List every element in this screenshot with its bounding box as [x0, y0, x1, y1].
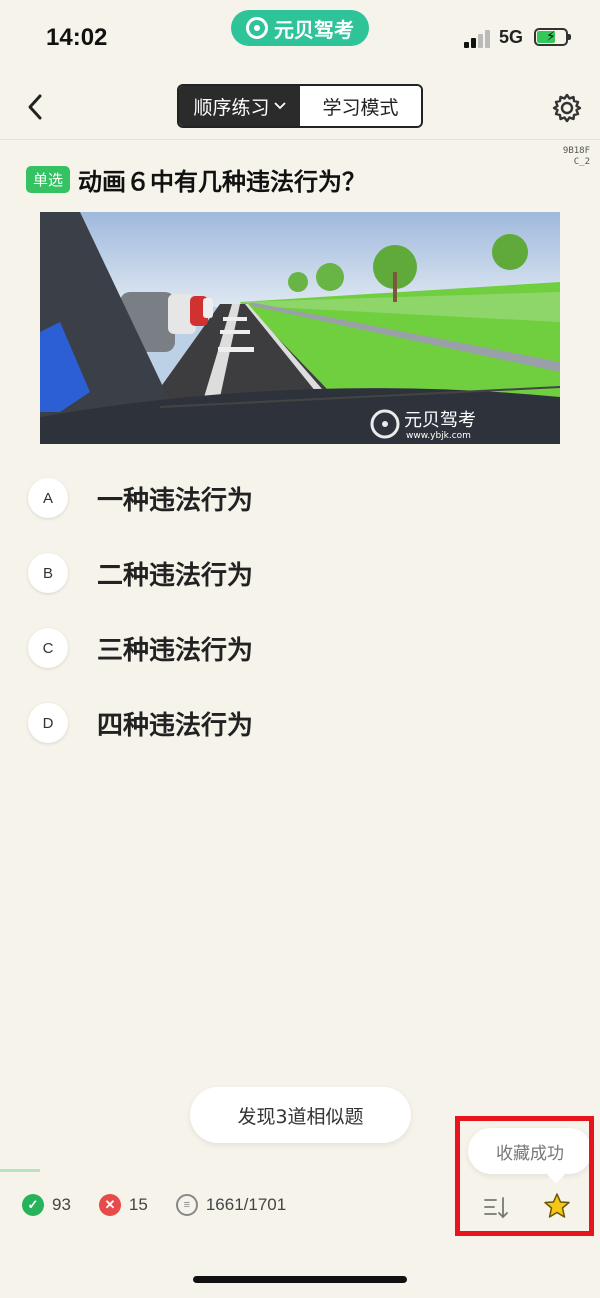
option-c[interactable]: C 三种违法行为 — [28, 626, 253, 670]
app-name: 元贝驾考 — [274, 17, 354, 42]
back-icon — [28, 94, 42, 120]
option-text: 四种违法行为 — [97, 710, 254, 741]
mode-tab-study[interactable]: 学习模式 — [300, 86, 421, 126]
question-type-tag: 单选 — [26, 166, 71, 193]
steering-wheel-icon — [246, 17, 268, 39]
nav-bar: 顺序练习 学习模式 — [0, 80, 600, 140]
back-button[interactable] — [20, 92, 50, 122]
watermark-name: 元贝驾考 — [404, 410, 476, 431]
app-return-pill[interactable]: 元贝驾考 — [231, 10, 369, 46]
correct-count[interactable]: ✓ 93 — [22, 1194, 71, 1216]
wrong-count[interactable]: ✕ 15 — [98, 1194, 148, 1216]
mode-switch: 顺序练习 学习模式 — [177, 84, 423, 128]
question-code: 9B18F C_2 — [562, 146, 590, 167]
road-scene-image: 元贝驾考 www.ybjk.com — [40, 212, 560, 444]
option-a[interactable]: A 一种违法行为 — [28, 476, 253, 520]
mode-tab-sequential[interactable]: 顺序练习 — [179, 86, 300, 126]
star-icon[interactable] — [543, 1192, 571, 1220]
answer-stats: ✓ 93 ✕ 15 ≡ 1661/1701 — [22, 1194, 314, 1216]
option-letter: D — [28, 703, 68, 743]
option-letter: B — [28, 553, 68, 593]
progress-indicator — [0, 1169, 40, 1172]
network-type: 5G — [499, 27, 524, 47]
option-text: 一种违法行为 — [97, 485, 254, 516]
mode-tab-sequential-label: 顺序练习 — [193, 96, 270, 119]
sort-order-icon[interactable] — [482, 1193, 512, 1223]
home-indicator — [193, 1276, 407, 1283]
battery-icon: ⚡ — [534, 28, 571, 46]
status-time: 14:02 — [46, 24, 108, 51]
question-progress[interactable]: ≡ 1661/1701 — [175, 1194, 286, 1216]
option-letter: C — [28, 628, 68, 668]
option-d[interactable]: D 四种违法行为 — [28, 701, 253, 745]
cross-icon: ✕ — [98, 1194, 121, 1216]
question-header: 单选 动画６中有几种违法行为？ — [26, 162, 366, 197]
highlight-box — [455, 1116, 594, 1236]
signal-icon — [464, 30, 494, 48]
option-b[interactable]: B 二种违法行为 — [28, 551, 253, 595]
check-icon: ✓ — [22, 1194, 44, 1216]
chevron-down-icon — [273, 102, 286, 110]
option-text: 二种违法行为 — [97, 560, 254, 591]
question-text: 动画６中有几种违法行为？ — [78, 168, 367, 196]
status-bar: 14:02 元贝驾考 5G ⚡ — [0, 0, 600, 80]
gear-icon[interactable] — [551, 92, 583, 124]
option-letter: A — [28, 478, 68, 518]
list-circle-icon: ≡ — [175, 1194, 198, 1216]
similar-questions-button[interactable]: 发现3道相似题 — [190, 1087, 411, 1143]
option-text: 三种违法行为 — [97, 635, 254, 666]
question-animation[interactable]: 元贝驾考 www.ybjk.com — [40, 212, 560, 444]
watermark-url: www.ybjk.com — [406, 431, 471, 441]
